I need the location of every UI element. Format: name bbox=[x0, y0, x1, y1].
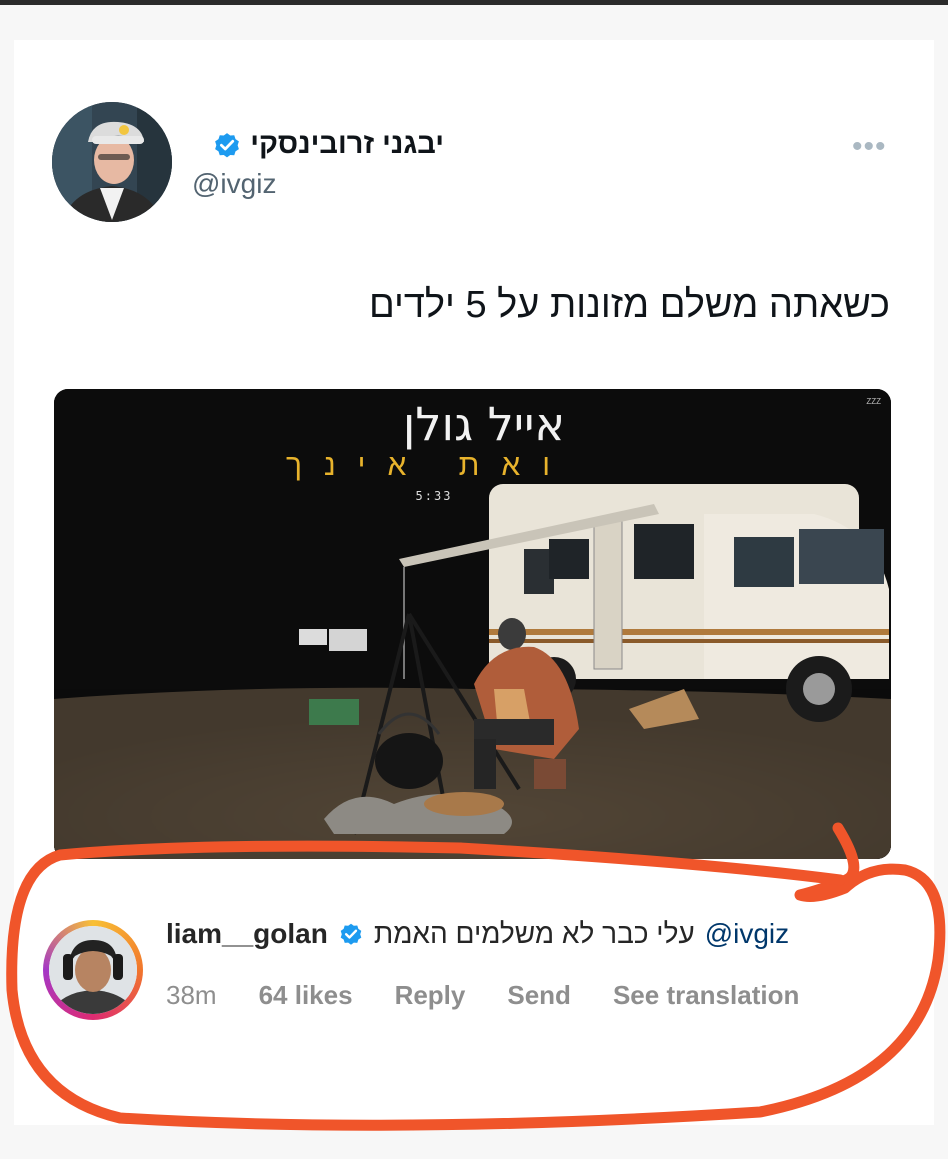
author-display-name[interactable]: יבגני זרובינסקי bbox=[250, 128, 444, 161]
author-name-row[interactable]: יבגני זרובינסקי bbox=[212, 128, 444, 161]
media-subtitle-text: ואת אינך bbox=[285, 449, 573, 482]
see-translation-button[interactable]: See translation bbox=[613, 980, 799, 1011]
author-avatar[interactable] bbox=[52, 102, 172, 222]
comment-likes-count[interactable]: 64 likes bbox=[259, 980, 353, 1011]
more-options-icon[interactable]: ••• bbox=[852, 130, 887, 164]
reply-button[interactable]: Reply bbox=[395, 980, 466, 1011]
comment-mention-link[interactable]: @ivgiz bbox=[705, 918, 789, 950]
comment-line: liam__golan עלי כבר לא משלמים האמת @ivgi… bbox=[166, 918, 789, 950]
comment-timestamp: 38m bbox=[166, 980, 217, 1010]
comment-text-body: עלי כבר לא משלמים האמת bbox=[373, 918, 695, 949]
commenter-avatar[interactable] bbox=[49, 926, 137, 1014]
verified-badge-icon bbox=[338, 921, 364, 947]
tweet-text: כשאתה משלם מזונות על 5 ילדים bbox=[368, 284, 890, 326]
tweet-media-image[interactable]: אייל גולן ואת אינך 5:33 ZZZ bbox=[54, 389, 891, 859]
media-title-text: אייל גולן bbox=[402, 397, 566, 451]
media-corner-tag: ZZZ bbox=[866, 397, 881, 406]
verified-badge-icon bbox=[212, 130, 242, 160]
author-handle[interactable]: @ivgiz bbox=[192, 168, 276, 200]
status-bar-edge bbox=[0, 0, 948, 5]
comment-actions: 38m 64 likes Reply Send See translation bbox=[166, 980, 799, 1011]
send-button[interactable]: Send bbox=[507, 980, 571, 1011]
commenter-username[interactable]: liam__golan bbox=[166, 918, 328, 950]
media-duration: 5:33 bbox=[415, 489, 453, 503]
